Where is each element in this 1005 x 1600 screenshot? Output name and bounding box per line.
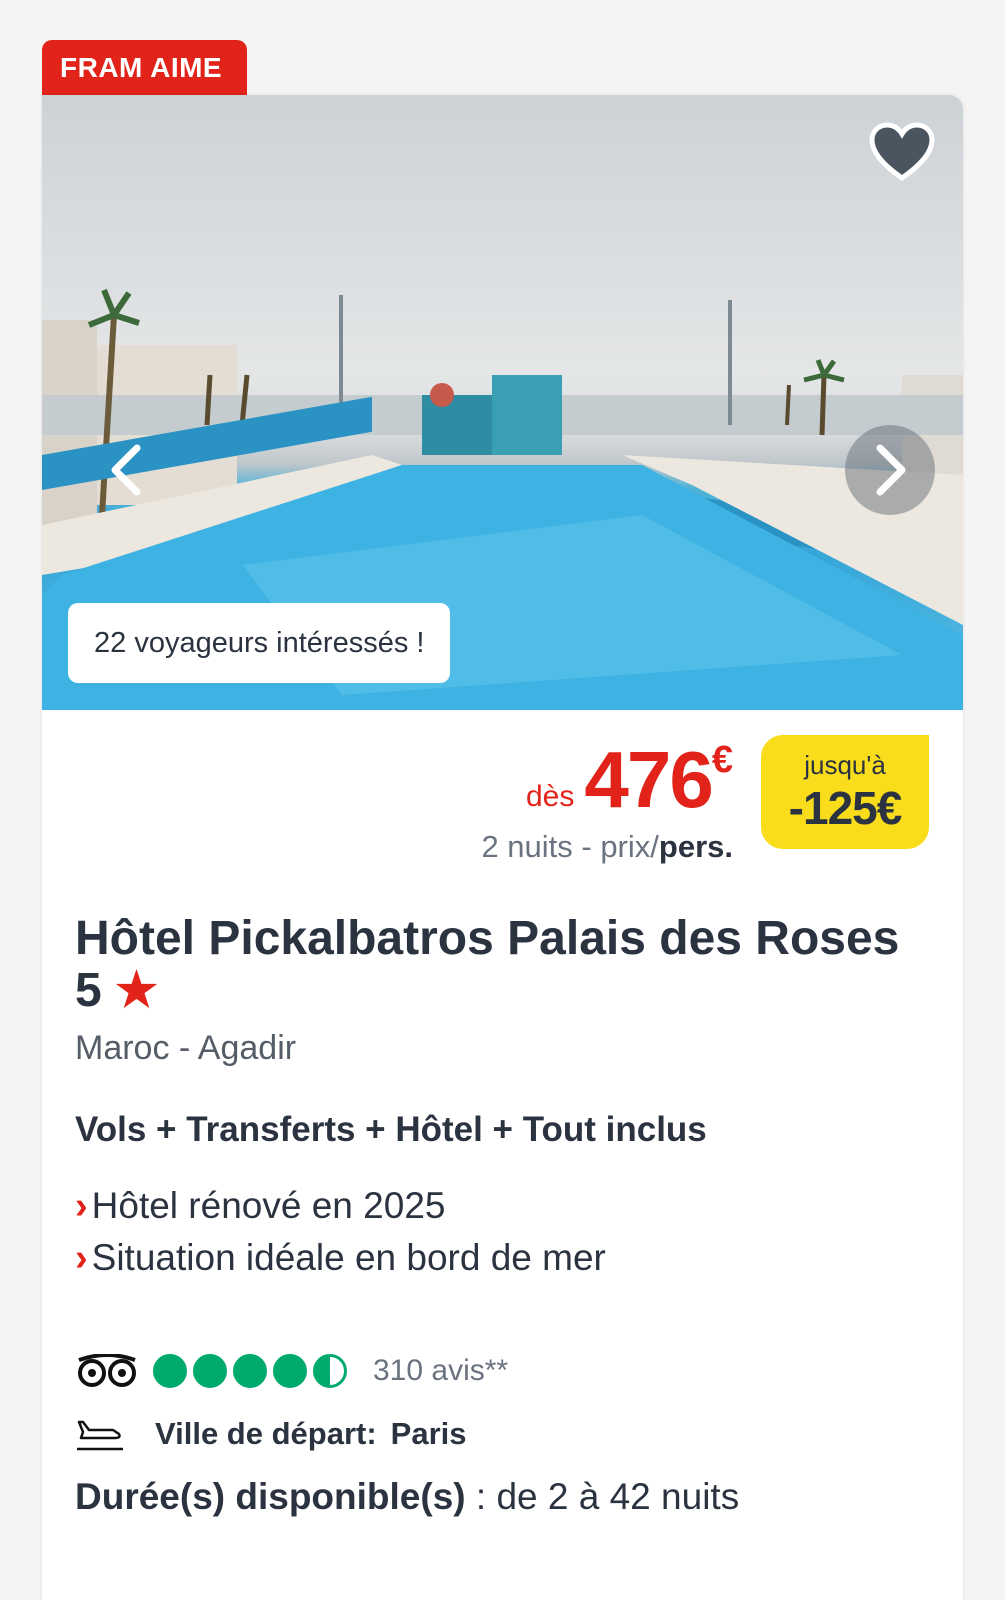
price-currency: € — [711, 739, 733, 781]
favorite-button[interactable] — [869, 121, 935, 183]
price-prefix: dès — [526, 780, 575, 813]
rating-dot — [153, 1354, 187, 1388]
chevron-right-icon: › — [75, 1184, 88, 1227]
fram-aime-badge: FRAM AIME — [42, 40, 247, 95]
price-sub-bold: pers. — [658, 829, 733, 864]
hotel-card[interactable]: 22 voyageurs intéressés ! dès 476 € 2 nu… — [42, 95, 963, 1600]
rating-dot — [193, 1354, 227, 1388]
hotel-info: Hôtel Pickalbatros Palais des Roses 5 ★ … — [75, 913, 935, 1518]
durations-value: : de 2 à 42 nuits — [465, 1476, 740, 1517]
price-block: dès 476 € 2 nuits - prix/pers. — [481, 735, 733, 865]
available-durations: Durée(s) disponible(s) : de 2 à 42 nuits — [75, 1476, 935, 1518]
rating-dots — [153, 1354, 353, 1388]
package-formula: Vols + Transferts + Hôtel + Tout inclus — [75, 1110, 707, 1149]
previous-photo-button[interactable] — [82, 425, 172, 515]
chevron-right-icon: › — [75, 1236, 88, 1279]
price-sub-text: 2 nuits - prix/ — [481, 829, 659, 864]
interested-travelers-text: 22 voyageurs intéressés ! — [94, 626, 425, 659]
departure-city: Paris — [390, 1416, 467, 1451]
price-amount: 476 — [584, 735, 713, 824]
durations-label: Durée(s) disponible(s) — [75, 1476, 466, 1517]
departure-label: Ville de départ: — [155, 1416, 377, 1451]
heart-icon — [869, 122, 935, 182]
discount-label: jusqu'à — [804, 749, 886, 780]
rating-dot — [233, 1354, 267, 1388]
rating-dot — [273, 1354, 307, 1388]
interested-travelers-label: 22 voyageurs intéressés ! — [68, 603, 451, 683]
feature-list: › Hôtel rénové en 2025 › Situation idéal… — [75, 1180, 935, 1284]
discount-amount: -125€ — [788, 781, 903, 834]
feature-text: Situation idéale en bord de mer — [91, 1237, 606, 1278]
chevron-left-icon — [111, 444, 141, 496]
discount-badge: jusqu'à -125€ — [761, 735, 929, 849]
price-details: 2 nuits - prix/pers. — [481, 829, 733, 865]
reviews-row[interactable]: 310 avis** — [75, 1354, 935, 1388]
feature-item: › Situation idéale en bord de mer — [75, 1232, 935, 1284]
hotel-photo[interactable]: 22 voyageurs intéressés ! — [42, 95, 963, 710]
departure-row: Ville de départ: Paris — [75, 1414, 935, 1454]
tripadvisor-icon — [78, 1354, 136, 1387]
price-area: dès 476 € 2 nuits - prix/pers. jusqu'à -… — [42, 735, 963, 915]
hotel-location: Maroc - Agadir — [75, 1029, 297, 1067]
feature-item: › Hôtel rénové en 2025 — [75, 1180, 935, 1232]
hotel-title[interactable]: Hôtel Pickalbatros Palais des Roses 5 ★ — [75, 913, 935, 1017]
feature-text: Hôtel rénové en 2025 — [91, 1185, 446, 1226]
review-count[interactable]: 310 avis** — [373, 1354, 508, 1388]
star-icon: ★ — [115, 964, 159, 1017]
rating-dot — [313, 1354, 347, 1388]
hotel-name[interactable]: Hôtel Pickalbatros Palais des Roses 5 — [75, 912, 899, 1017]
plane-departure-icon — [77, 1420, 123, 1451]
badge-label: FRAM AIME — [60, 51, 223, 83]
chevron-right-icon — [876, 444, 906, 496]
next-photo-button[interactable] — [845, 425, 935, 515]
